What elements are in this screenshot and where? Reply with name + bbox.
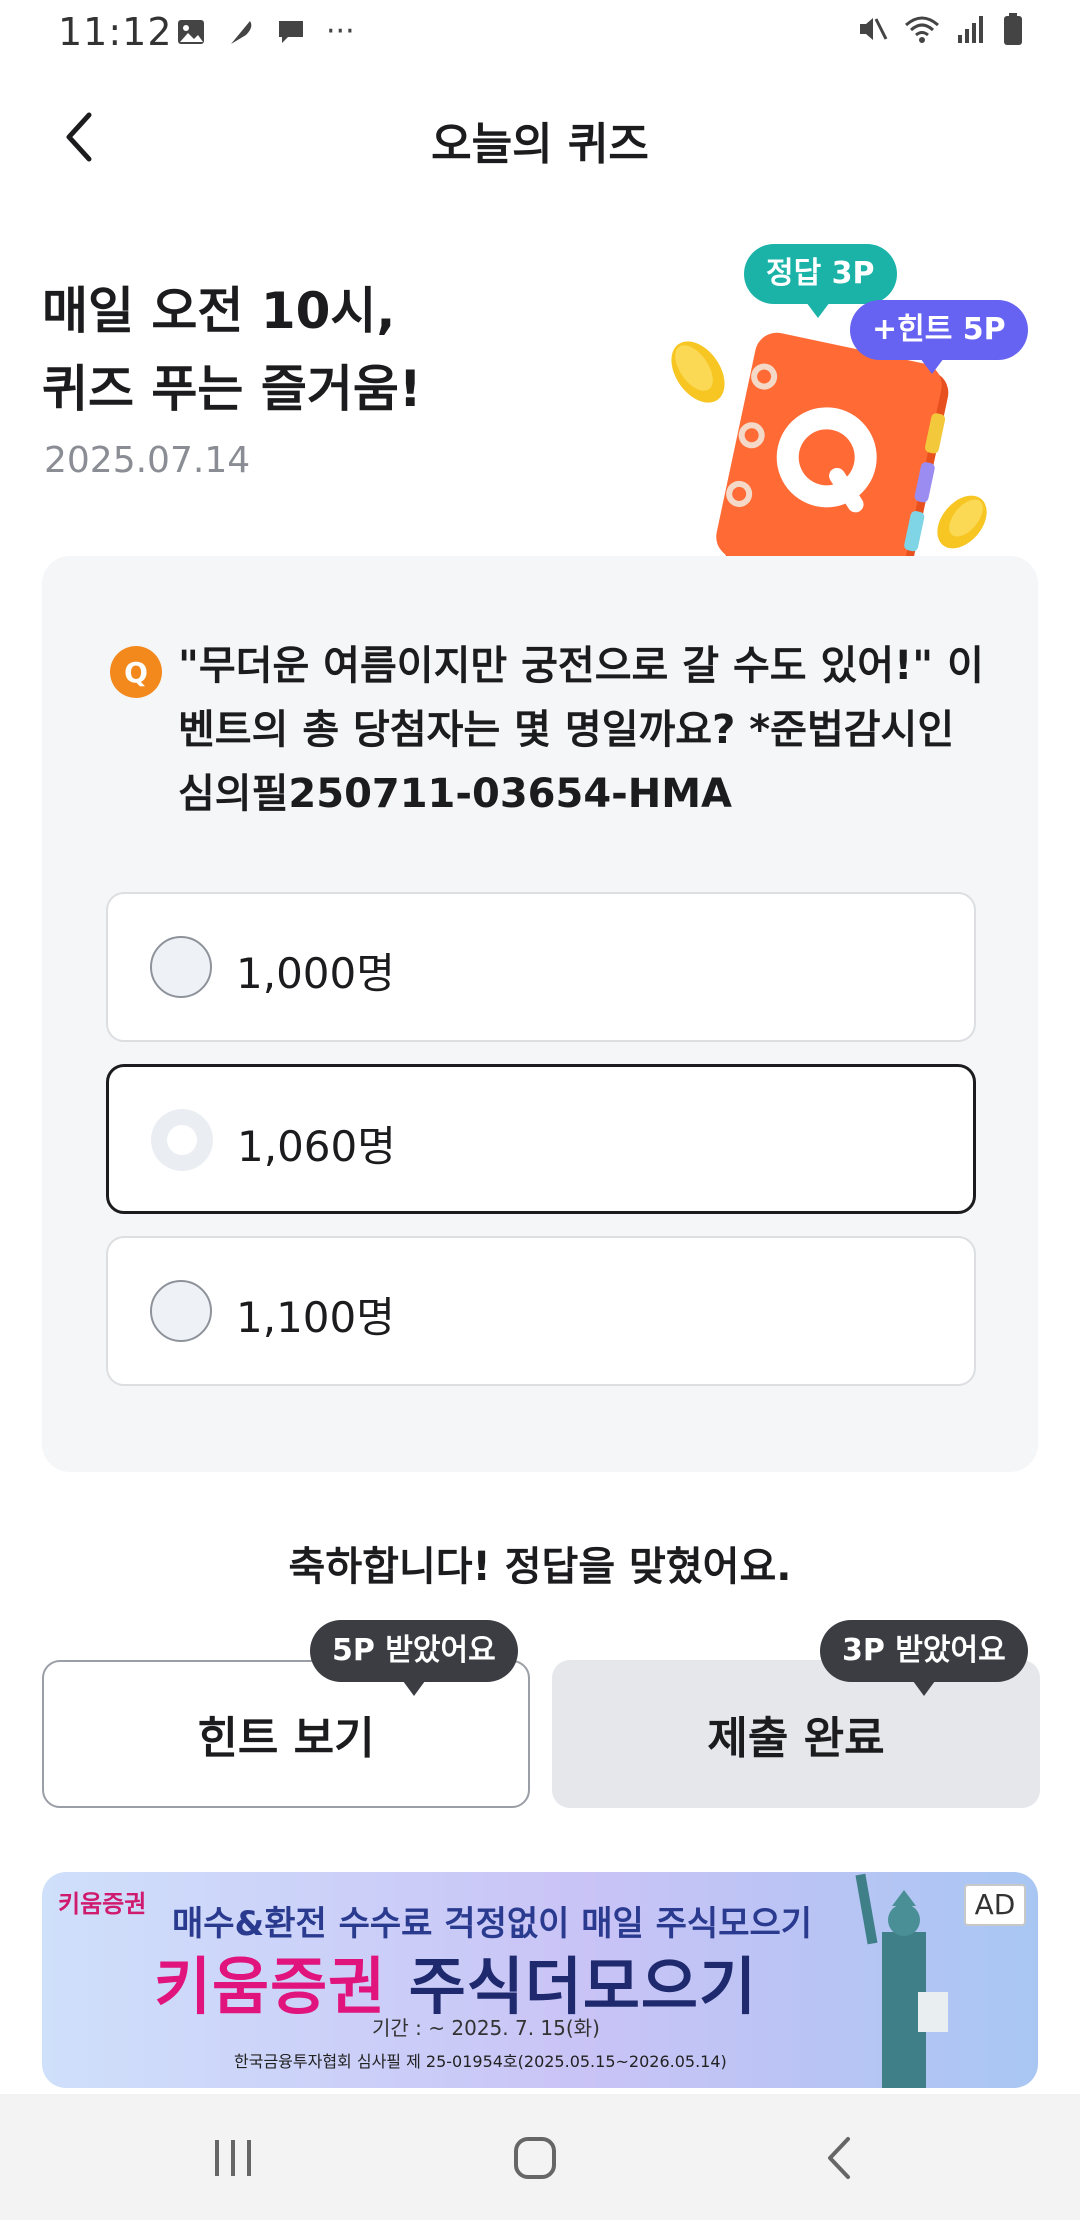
wifi-icon — [905, 16, 939, 43]
hint-reward-tag: 5P 받았어요 — [310, 1620, 518, 1696]
status-bar: 11:12 ··· — [0, 0, 1080, 64]
option-label: 1,100명 — [236, 1293, 395, 1342]
hero-title: 매일 오전 10시, 퀴즈 푸는 즐거움! — [42, 272, 422, 428]
more-notifications-icon: ··· — [326, 14, 355, 49]
statue-of-liberty-icon — [855, 1873, 948, 2088]
question-line: "무더운 여름이지만 궁전으로 갈 수도 있어!" 이 — [178, 643, 984, 689]
quiz-date: 2025.07.14 — [44, 440, 251, 481]
ad-period: 기간 : ~ 2025. 7. 15(화) — [372, 2016, 600, 2040]
question-line: 벤트의 총 당첨자는 몇 명일까요? *준법감시인 — [178, 707, 955, 753]
message-icon — [279, 20, 303, 43]
question-line: 심의필250711-03654-HMA — [178, 771, 732, 817]
view-hint-button[interactable]: 힌트 보기 — [42, 1660, 530, 1808]
battery-icon — [1004, 13, 1022, 45]
status-time: 11:12 — [58, 10, 173, 54]
radio-button[interactable] — [150, 1280, 212, 1342]
hero-title-line2: 퀴즈 푸는 즐거움! — [42, 360, 422, 418]
mute-icon — [860, 18, 888, 40]
page-title: 오늘의 퀴즈 — [431, 119, 649, 170]
option-label: 1,000명 — [236, 949, 395, 998]
system-icons — [856, 12, 1024, 46]
notification-icons: ··· — [176, 14, 355, 49]
feather-icon — [231, 20, 252, 44]
answer-option-3[interactable]: 1,100명 — [106, 1236, 976, 1386]
submit-reward-tag: 3P 받았어요 — [820, 1620, 1028, 1696]
hint-points-bubble: +힌트 5P — [850, 300, 1028, 374]
ad-banner[interactable]: 키움증권 매수&환전 수수료 걱정없이 매일 주식모으기 키움증권 주식더모으기… — [42, 1872, 1038, 2088]
signal-icon — [958, 16, 983, 43]
answer-option-1[interactable]: 1,000명 — [106, 892, 976, 1042]
hero-title-line1: 매일 오전 10시, — [42, 282, 396, 340]
nav-back-button[interactable] — [804, 2128, 874, 2188]
back-icon — [828, 2137, 850, 2179]
ad-label: AD — [964, 1884, 1026, 1926]
answer-option-2[interactable]: 1,060명 — [106, 1064, 976, 1214]
question-text: "무더운 여름이지만 궁전으로 갈 수도 있어!" 이 벤트의 총 당첨자는 몇… — [178, 634, 998, 826]
recent-apps-icon — [215, 2140, 251, 2176]
quiz-card: Q "무더운 여름이지만 궁전으로 갈 수도 있어!" 이 벤트의 총 당첨자는… — [42, 556, 1038, 1472]
home-icon — [514, 2137, 556, 2179]
ad-disclaimer: 한국금융투자협회 심사필 제 25-01954호(2025.05.15~2026… — [234, 2052, 727, 2071]
top-app-bar: 오늘의 퀴즈 — [0, 90, 1080, 182]
recent-apps-button[interactable] — [198, 2128, 268, 2188]
gallery-icon — [178, 19, 204, 44]
question-badge-icon: Q — [110, 646, 162, 698]
home-button[interactable] — [500, 2128, 570, 2188]
submit-complete-button[interactable]: 제출 완료 — [552, 1660, 1040, 1808]
system-nav-bar — [0, 2094, 1080, 2220]
result-message: 축하합니다! 정답을 맞혔어요. — [288, 1544, 792, 1590]
option-label: 1,060명 — [237, 1122, 396, 1171]
radio-button[interactable] — [150, 936, 212, 998]
radio-button-selected[interactable] — [151, 1109, 213, 1171]
ad-logo: 키움증권 — [58, 1890, 147, 1918]
ad-brand: 키움증권 — [154, 1950, 387, 2023]
answer-points-bubble: 정답 3P — [744, 244, 897, 318]
